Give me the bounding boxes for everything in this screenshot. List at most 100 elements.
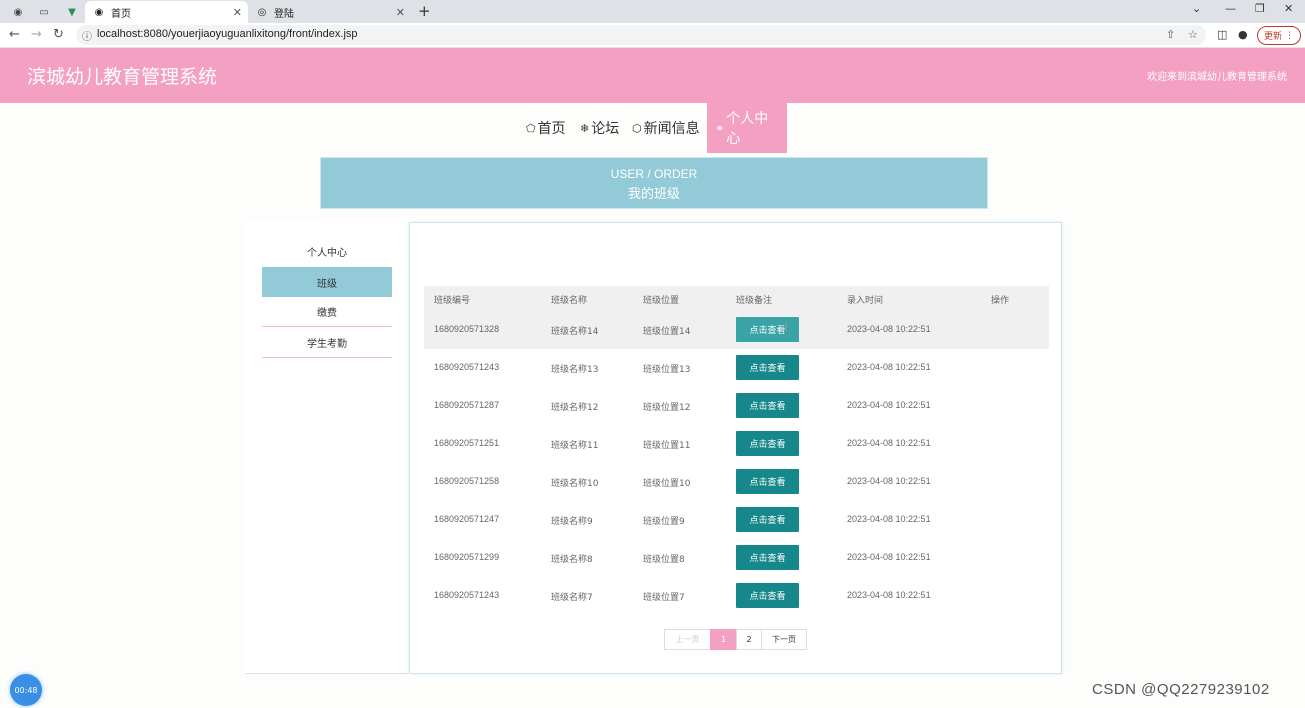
created-time-cell: 2023-04-08 10:22:51	[847, 590, 931, 600]
globe-icon: ◉	[94, 6, 104, 18]
created-time-cell: 2023-04-08 10:22:51	[847, 324, 931, 334]
pinned-tab-blank-icon[interactable]: ▭	[34, 3, 54, 21]
reload-icon[interactable]: ↻	[53, 27, 64, 42]
home-icon: ⬠	[526, 121, 536, 135]
class-name-cell: 班级名称10	[551, 479, 599, 489]
hand-cursor-icon: ☝	[780, 320, 788, 335]
restore-icon[interactable]: ❐	[1255, 2, 1265, 15]
page-button[interactable]: 2	[736, 629, 762, 650]
class-id-cell: 1680920571243	[434, 590, 500, 600]
sidebar-item-label: 班级	[317, 278, 337, 290]
location-icon: ◎	[257, 6, 267, 18]
page-title: 我的班级	[627, 187, 680, 202]
tab-title: 登陆	[274, 8, 294, 20]
profile-icon[interactable]: ●	[1238, 28, 1248, 41]
nav-label: 首页	[537, 121, 566, 137]
view-remark-button[interactable]: 点击查看	[736, 317, 799, 342]
class-location-cell: 班级位置9	[643, 517, 685, 527]
welcome-text: 欢迎来到滨城幼儿教育管理系统	[1147, 72, 1287, 83]
url-field[interactable]: ⓘ localhost:8080/youerjiaoyuguanlixitong…	[76, 25, 1206, 45]
sidebar-item-attendance[interactable]: 学生考勤	[262, 328, 392, 358]
browser-tab-bar: ◉ ▭ ▼ ◉ 首页 ✕ ◎ 登陆 ✕ + ⌄ — ❐ ✕	[0, 0, 1305, 23]
snowflake-icon: ❄	[580, 121, 590, 135]
class-name-cell: 班级名称14	[551, 327, 599, 337]
tab-title: 首页	[111, 8, 131, 20]
forward-icon[interactable]: →	[31, 27, 42, 42]
table-row: 1680920571243 班级名称7 班级位置7 2023-04-08 10:22:…	[424, 577, 1049, 615]
sidebar-item-payment[interactable]: 缴费	[262, 297, 392, 327]
column-header: 录入时间	[847, 296, 884, 306]
cube-icon: ⬡	[632, 121, 642, 135]
column-header: 班级名称	[551, 296, 588, 306]
class-id-cell: 1680920571328	[434, 324, 500, 334]
nav-label: 个人中心	[726, 111, 769, 147]
nav-item-news[interactable]: ⬡ 新闻信息	[632, 103, 700, 153]
column-header: 班级备注	[736, 296, 773, 306]
view-remark-button[interactable]: 点击查看	[736, 583, 799, 608]
class-name-cell: 班级名称7	[551, 593, 593, 603]
table-row: 1680920571328 班级名称14 班级位置14 2023-04-08 10:2…	[424, 311, 1049, 349]
table-row: 1680920571243 班级名称13 班级位置13 2023-04-08 10:2…	[424, 349, 1049, 387]
nav-label: 论坛	[591, 121, 620, 137]
tab-search-icon[interactable]: ⌄	[1192, 2, 1201, 15]
next-page-button[interactable]: 下一页	[761, 629, 807, 650]
close-window-icon[interactable]: ✕	[1284, 2, 1293, 15]
sidebar-item-label: 缴费	[317, 308, 337, 319]
pagination: 上一页 1 2 下一页	[664, 629, 807, 650]
view-remark-button[interactable]: 点击查看	[736, 469, 799, 494]
column-header: 班级编号	[434, 296, 471, 306]
share-icon[interactable]: ⇧	[1166, 28, 1175, 41]
recording-timer[interactable]: 00:48	[10, 674, 42, 706]
nav-item-user-center[interactable]: ⚭ 个人中心	[707, 103, 787, 153]
class-id-cell: 1680920571243	[434, 362, 500, 372]
created-time-cell: 2023-04-08 10:22:51	[847, 438, 931, 448]
browser-tab-login[interactable]: ◎ 登陆 ✕	[248, 1, 411, 23]
pinned-tab-globe-icon[interactable]: ◉	[8, 3, 28, 21]
class-id-cell: 1680920571287	[434, 400, 500, 410]
nav-label: 新闻信息	[643, 121, 700, 137]
class-name-cell: 班级名称12	[551, 403, 599, 413]
column-header: 班级位置	[643, 296, 680, 306]
class-location-cell: 班级位置14	[643, 327, 691, 337]
site-title: 滨城幼儿教育管理系统	[27, 66, 218, 88]
sidebar-item-label: 个人中心	[307, 247, 347, 259]
view-remark-button[interactable]: 点击查看	[736, 393, 799, 418]
new-tab-icon[interactable]: +	[418, 2, 431, 20]
class-location-cell: 班级位置10	[643, 479, 691, 489]
more-menu-icon: ⋮	[1285, 30, 1294, 41]
view-remark-button[interactable]: 点击查看	[736, 355, 799, 380]
view-remark-button[interactable]: 点击查看	[736, 507, 799, 532]
sidebar-item-user-center[interactable]: 个人中心	[262, 236, 392, 266]
back-icon[interactable]: ←	[9, 27, 20, 42]
browser-tab-home[interactable]: ◉ 首页 ✕	[85, 1, 248, 23]
class-location-cell: 班级位置12	[643, 403, 691, 413]
table-row: 1680920571299 班级名称8 班级位置8 2023-04-08 10:22:…	[424, 539, 1049, 577]
view-remark-button[interactable]: 点击查看	[736, 431, 799, 456]
browser-address-bar: ← → ↻ ⓘ localhost:8080/youerjiaoyuguanli…	[0, 23, 1305, 48]
url-text: localhost:8080/youerjiaoyuguanlixitong/f…	[97, 28, 358, 40]
pinned-tab-vue-icon[interactable]: ▼	[62, 3, 82, 21]
class-list-panel: 班级编号 班级名称 班级位置 班级备注 录入时间 操作 168092057132…	[409, 222, 1062, 674]
prev-page-button[interactable]: 上一页	[664, 629, 711, 650]
sidebar-panel-icon[interactable]: ◫	[1217, 28, 1227, 41]
sidebar-item-class[interactable]: 班级	[262, 267, 392, 297]
site-header: 滨城幼儿教育管理系统 欢迎来到滨城幼儿教育管理系统	[0, 48, 1305, 103]
main-nav: ⬠ 首页 ❄ 论坛 ⬡ 新闻信息 ⚭ 个人中心	[0, 103, 1305, 153]
view-remark-button[interactable]: 点击查看	[736, 545, 799, 570]
bookmark-star-icon[interactable]: ☆	[1188, 28, 1198, 41]
class-id-cell: 1680920571251	[434, 438, 500, 448]
close-tab-icon[interactable]: ✕	[396, 6, 405, 19]
class-name-cell: 班级名称11	[551, 441, 599, 451]
sidebar: 个人中心 班级 缴费 学生考勤	[245, 222, 408, 674]
minimize-icon[interactable]: —	[1225, 2, 1236, 15]
page-banner: USER / ORDER 我的班级	[320, 157, 988, 209]
nav-item-forum[interactable]: ❄ 论坛	[580, 103, 619, 153]
table-row: 1680920571258 班级名称10 班级位置10 2023-04-08 10:2…	[424, 463, 1049, 501]
nav-item-home[interactable]: ⬠ 首页	[526, 103, 566, 153]
info-icon[interactable]: ⓘ	[82, 28, 92, 43]
update-button[interactable]: 更新 ⋮	[1257, 26, 1301, 45]
close-tab-icon[interactable]: ✕	[233, 6, 242, 19]
class-id-cell: 1680920571258	[434, 476, 500, 486]
created-time-cell: 2023-04-08 10:22:51	[847, 514, 931, 524]
page-button[interactable]: 1	[710, 629, 737, 650]
